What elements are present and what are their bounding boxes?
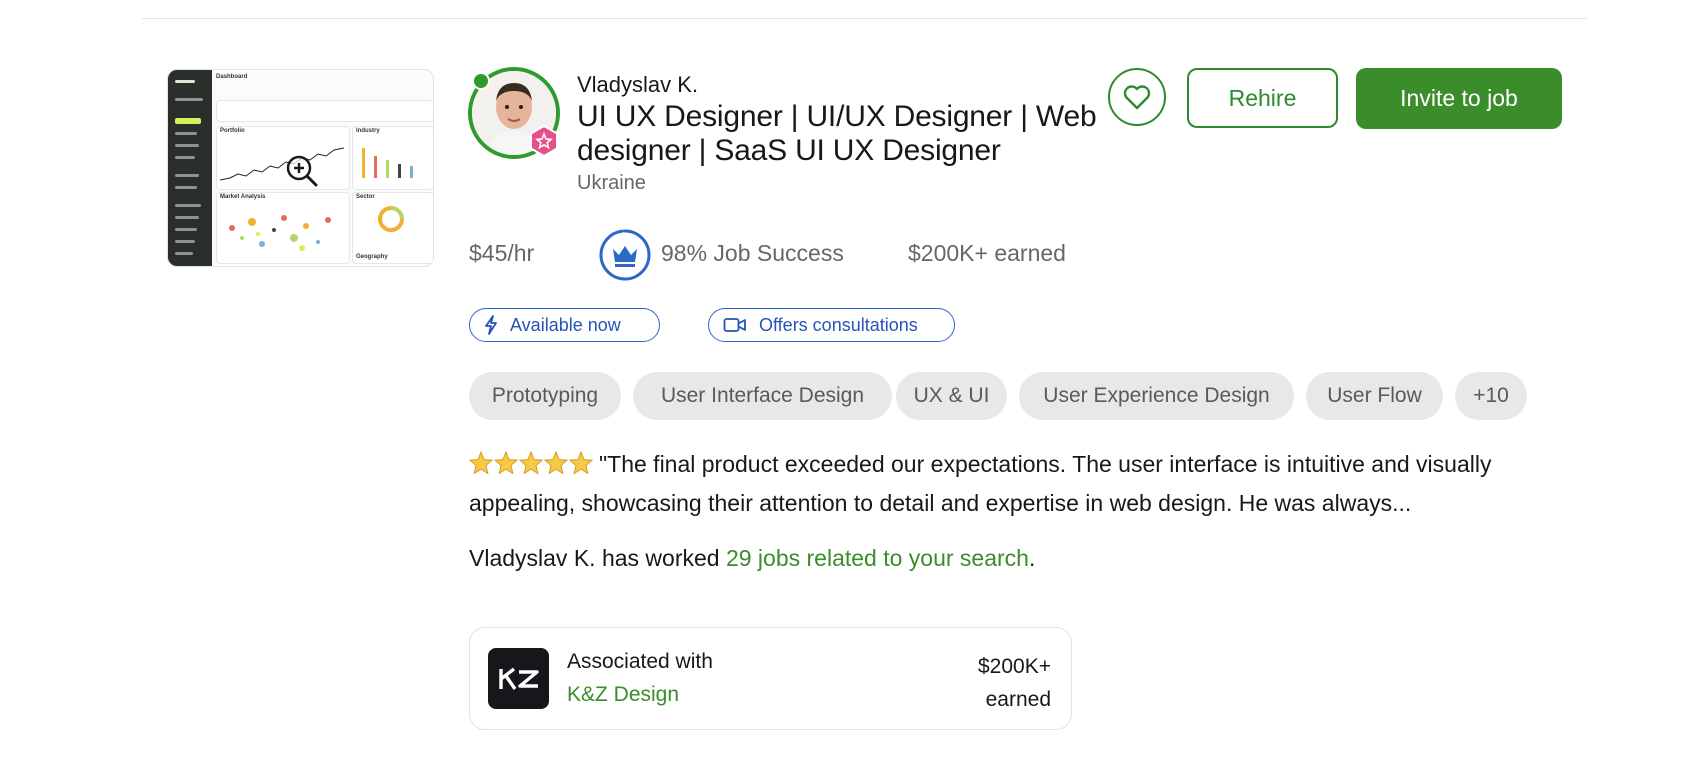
related-jobs-link[interactable]: 29 jobs related to your search xyxy=(726,545,1029,571)
portfolio-thumbnail[interactable]: Dashboard Portfolio Industry Market Anal… xyxy=(167,69,434,267)
agency-earned-label: earned xyxy=(985,688,1051,711)
top-divider xyxy=(142,18,1587,19)
review-text: "The final product exceeded our expectat… xyxy=(469,451,1492,516)
skill-tag-user-interface-design[interactable]: User Interface Design xyxy=(633,372,892,420)
star-icon xyxy=(468,450,594,475)
heart-icon xyxy=(1123,85,1151,110)
offers-consultations-label: Offers consultations xyxy=(759,314,918,335)
jobs-worked-suffix: . xyxy=(1028,545,1036,571)
thumbnail-bar-chart xyxy=(362,148,413,178)
skill-tag-ux-ui[interactable]: UX & UI xyxy=(896,372,1007,420)
thumbnail-sidebar xyxy=(168,70,212,266)
skill-tag-user-flow[interactable]: User Flow xyxy=(1306,372,1443,420)
available-now-badge: Available now xyxy=(469,308,660,342)
client-review[interactable]: "The final product exceeded our expectat… xyxy=(468,446,1569,521)
freelancer-name[interactable]: Vladyslav K. xyxy=(577,72,698,98)
thumbnail-dashboard: Dashboard Portfolio Industry Market Anal… xyxy=(212,70,433,266)
skill-tag-prototyping[interactable]: Prototyping xyxy=(469,372,621,420)
video-camera-icon xyxy=(723,318,746,332)
thumbnail-panel-industry: Industry xyxy=(356,128,380,134)
rating-stars xyxy=(468,449,594,485)
agency-earned-amount: $200K+ xyxy=(978,655,1051,678)
freelancer-title[interactable]: UI UX Designer | UI/UX Designer | Web de… xyxy=(577,100,1097,168)
agency-logo xyxy=(488,648,549,709)
associated-with-label: Associated with xyxy=(567,650,713,673)
more-skills-tag[interactable]: +10 xyxy=(1455,372,1527,420)
offers-consultations-badge: Offers consultations xyxy=(708,308,955,342)
zoom-in-icon[interactable] xyxy=(285,154,319,188)
thumbnail-panel-sector: Sector xyxy=(356,194,375,200)
thumbnail-donut xyxy=(378,206,404,232)
agency-association-card[interactable]: Associated with K&Z Design $200K+ earned xyxy=(469,627,1072,730)
skill-tag-user-experience-design[interactable]: User Experience Design xyxy=(1019,372,1294,420)
agency-earned: $200K+ earned xyxy=(978,650,1051,716)
invite-to-job-button[interactable]: Invite to job xyxy=(1356,68,1562,129)
avatar[interactable] xyxy=(468,67,562,161)
top-rated-badge-icon xyxy=(530,124,558,158)
agency-name-link[interactable]: K&Z Design xyxy=(567,683,679,707)
lightning-icon xyxy=(485,315,497,335)
online-status-dot xyxy=(472,72,490,90)
thumbnail-line-chart xyxy=(220,147,344,181)
job-success-crown-icon xyxy=(599,229,651,281)
job-success-score: 98% Job Success xyxy=(661,240,844,266)
available-now-label: Available now xyxy=(510,314,621,335)
thumbnail-panel-portfolio: Portfolio xyxy=(220,128,245,134)
hourly-rate: $45/hr xyxy=(469,240,535,266)
rehire-button[interactable]: Rehire xyxy=(1187,68,1338,128)
jobs-worked-summary: Vladyslav K. has worked 29 jobs related … xyxy=(469,545,1035,572)
total-earned: $200K+ earned xyxy=(908,240,1066,266)
thumbnail-header: Dashboard xyxy=(216,74,248,80)
thumbnail-scatter xyxy=(229,215,331,251)
thumbnail-panel-geography: Geography xyxy=(356,254,388,260)
jobs-worked-prefix: Vladyslav K. has worked xyxy=(469,545,726,571)
freelancer-country: Ukraine xyxy=(577,172,646,194)
favorite-button[interactable] xyxy=(1108,68,1166,126)
thumbnail-panel-market: Market Analysis xyxy=(220,194,266,200)
